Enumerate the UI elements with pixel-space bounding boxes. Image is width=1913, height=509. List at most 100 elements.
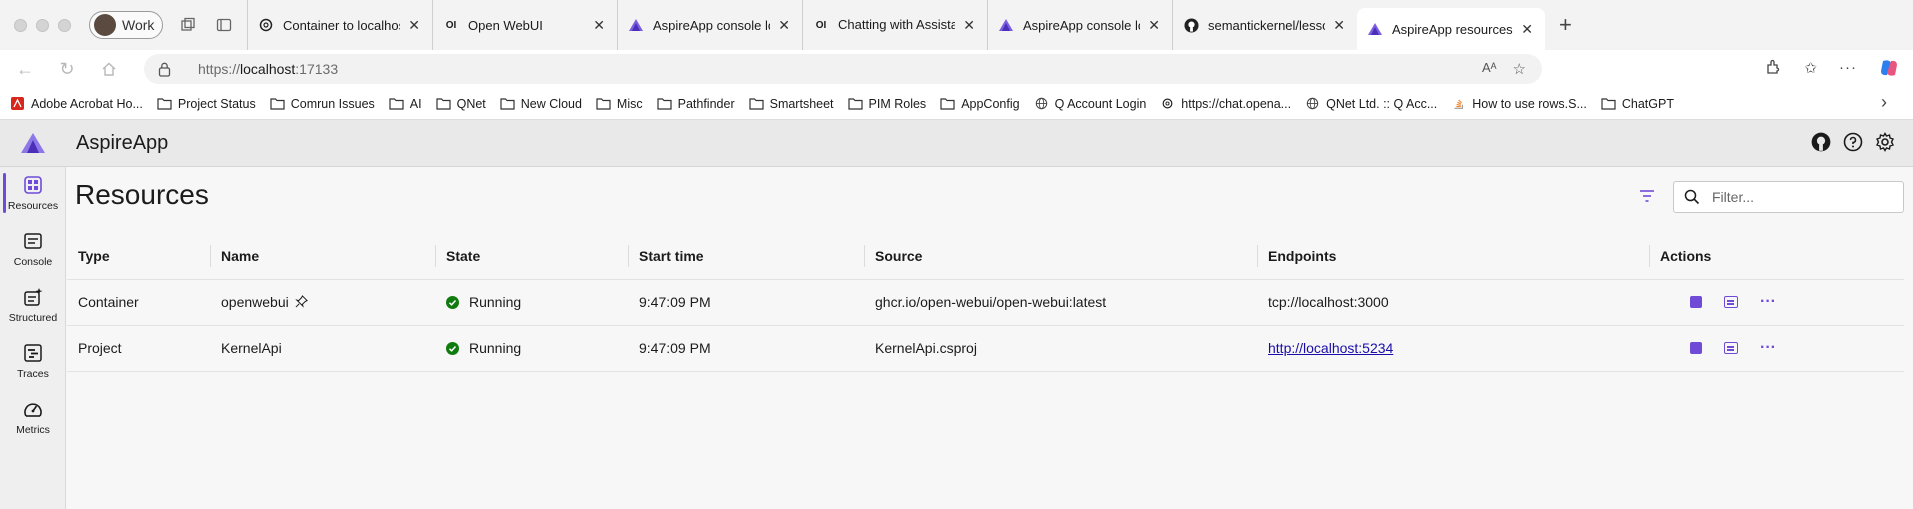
bookmark-label: QNet Ltd. :: Q Acc... bbox=[1326, 96, 1438, 111]
running-check-icon bbox=[446, 295, 459, 309]
nav-item-console[interactable]: Console bbox=[0, 223, 66, 275]
browser-tab[interactable]: semantickernel/lesson06 at m ✕ bbox=[1172, 0, 1357, 50]
bookmark-item[interactable]: New Cloud bbox=[500, 97, 582, 111]
close-tab-icon[interactable]: ✕ bbox=[1521, 21, 1533, 38]
console-logs-icon[interactable] bbox=[1724, 296, 1738, 308]
bookmark-item[interactable]: Pathfinder bbox=[657, 97, 735, 111]
close-window-button[interactable] bbox=[14, 18, 27, 32]
github-icon[interactable] bbox=[1811, 132, 1831, 155]
address-bar[interactable]: https://localhost:17133 Aᴬ ☆ bbox=[144, 54, 1542, 84]
app-title[interactable]: AspireApp bbox=[76, 132, 168, 155]
bookmark-item[interactable]: https://chat.opena... bbox=[1160, 97, 1291, 111]
more-bookmarks-chevron-icon[interactable]: › bbox=[1881, 92, 1887, 113]
bookmark-item[interactable]: PIM Roles bbox=[847, 97, 926, 111]
column-header-name[interactable]: Name bbox=[210, 233, 435, 280]
copilot-icon[interactable] bbox=[1879, 59, 1899, 80]
endpoint-link[interactable]: http://localhost:5234 bbox=[1268, 340, 1393, 356]
new-tab-button[interactable]: + bbox=[1559, 12, 1572, 38]
bookmark-item[interactable]: Adobe Acrobat Ho... bbox=[10, 97, 143, 111]
favorite-star-icon[interactable]: ☆ bbox=[1513, 60, 1526, 78]
bookmark-item[interactable]: Misc bbox=[596, 97, 643, 111]
cell-endpoint: tcp://localhost:3000 bbox=[1257, 279, 1649, 326]
console-logs-icon[interactable] bbox=[1724, 342, 1738, 354]
cell-source: ghcr.io/open-webui/open-webui:latest bbox=[864, 279, 1257, 326]
nav-label: Structured bbox=[8, 311, 58, 324]
browser-tab[interactable]: OI Chatting with Assistant 🤖 | C ✕ bbox=[802, 0, 987, 50]
url-text[interactable]: https://localhost:17133 bbox=[198, 61, 338, 77]
folder-icon bbox=[749, 98, 764, 110]
bookmark-label: Comrun Issues bbox=[290, 96, 375, 111]
read-aloud-icon[interactable]: Aᴬ bbox=[1482, 60, 1497, 78]
close-tab-icon[interactable]: ✕ bbox=[1148, 17, 1160, 34]
bookmark-item[interactable]: How to use rows.S... bbox=[1451, 97, 1587, 111]
resources-page: Resources Type Name State Start time Sou… bbox=[67, 167, 1913, 509]
more-actions-icon[interactable]: ··· bbox=[1760, 340, 1776, 356]
bookmark-label: Adobe Acrobat Ho... bbox=[31, 96, 143, 111]
page-title: Resources bbox=[75, 179, 209, 210]
bookmark-item[interactable]: Comrun Issues bbox=[270, 97, 375, 111]
lock-icon[interactable] bbox=[158, 61, 174, 77]
nav-item-resources[interactable]: Resources bbox=[0, 167, 66, 219]
nav-item-metrics[interactable]: Metrics bbox=[0, 391, 66, 443]
refresh-icon[interactable]: ↻ bbox=[56, 58, 78, 80]
help-icon[interactable] bbox=[1843, 132, 1863, 155]
bookmark-item[interactable]: Project Status bbox=[157, 97, 256, 111]
browser-tab[interactable]: Container to localhost connec ✕ bbox=[247, 0, 432, 50]
bookmark-label: How to use rows.S... bbox=[1472, 96, 1587, 111]
tab-title: AspireApp console logs bbox=[1023, 17, 1140, 33]
settings-gear-icon[interactable] bbox=[1875, 132, 1895, 155]
close-tab-icon[interactable]: ✕ bbox=[778, 17, 790, 34]
nav-item-traces[interactable]: Traces bbox=[0, 335, 66, 387]
stop-icon[interactable] bbox=[1690, 296, 1702, 308]
more-options-icon[interactable]: ··· bbox=[1839, 59, 1857, 80]
maximize-window-button[interactable] bbox=[58, 18, 71, 32]
tab-title: Chatting with Assistant 🤖 | C bbox=[838, 17, 956, 32]
bookmark-item[interactable]: AppConfig bbox=[940, 97, 1020, 111]
tab-actions-icon[interactable] bbox=[213, 14, 235, 36]
close-tab-icon[interactable]: ✕ bbox=[1333, 17, 1345, 34]
openai-icon bbox=[258, 17, 274, 33]
filter-input[interactable] bbox=[1712, 189, 1892, 205]
column-header-type[interactable]: Type bbox=[67, 233, 210, 280]
profile-button[interactable]: Work bbox=[89, 11, 163, 39]
column-header-state[interactable]: State bbox=[435, 233, 628, 280]
folder-icon bbox=[657, 98, 672, 110]
globe-icon bbox=[1035, 97, 1047, 110]
more-actions-icon[interactable]: ··· bbox=[1760, 294, 1776, 310]
browser-tab-active[interactable]: AspireApp resources ✕ bbox=[1357, 8, 1545, 50]
bookmark-item[interactable]: QNet Ltd. :: Q Acc... bbox=[1305, 97, 1437, 111]
aspire-logo-icon[interactable] bbox=[20, 132, 46, 154]
minimize-window-button[interactable] bbox=[36, 18, 49, 32]
extensions-icon[interactable] bbox=[1765, 59, 1782, 80]
bookmark-item[interactable]: QNet bbox=[435, 97, 486, 111]
browser-tab[interactable]: AspireApp console logs ✕ bbox=[987, 0, 1172, 50]
pin-icon[interactable] bbox=[294, 295, 308, 308]
cell-start-time: 9:47:09 PM bbox=[628, 279, 864, 326]
workspaces-icon[interactable] bbox=[177, 14, 199, 36]
column-header-endpoints[interactable]: Endpoints bbox=[1257, 233, 1649, 280]
filter-icon[interactable] bbox=[1638, 187, 1656, 205]
bookmark-item[interactable]: ChatGPT bbox=[1601, 97, 1674, 111]
back-arrow-icon[interactable]: ← bbox=[14, 58, 36, 80]
stackoverflow-icon bbox=[1454, 99, 1464, 109]
close-tab-icon[interactable]: ✕ bbox=[963, 17, 975, 34]
bookmark-item[interactable]: AI bbox=[389, 97, 422, 111]
nav-item-structured[interactable]: Structured bbox=[0, 279, 66, 331]
nav-label: Metrics bbox=[16, 423, 50, 436]
close-tab-icon[interactable]: ✕ bbox=[408, 17, 420, 34]
cell-name: openwebui bbox=[210, 279, 435, 326]
filter-field[interactable] bbox=[1673, 181, 1904, 213]
favorites-icon[interactable]: ✩ bbox=[1804, 59, 1817, 80]
bookmark-item[interactable]: Q Account Login bbox=[1034, 97, 1146, 111]
bookmark-item[interactable]: Smartsheet bbox=[749, 97, 834, 111]
column-header-source[interactable]: Source bbox=[864, 233, 1257, 280]
browser-tab[interactable]: AspireApp console logs ✕ bbox=[617, 0, 802, 50]
browser-tab[interactable]: OI Open WebUI ✕ bbox=[432, 0, 617, 50]
close-tab-icon[interactable]: ✕ bbox=[593, 17, 605, 34]
column-header-start-time[interactable]: Start time bbox=[628, 233, 864, 280]
folder-icon bbox=[500, 98, 515, 110]
cell-endpoint: http://localhost:5234 bbox=[1257, 325, 1649, 372]
stop-icon[interactable] bbox=[1690, 342, 1702, 354]
home-icon[interactable] bbox=[98, 58, 120, 80]
aspire-icon bbox=[1367, 21, 1383, 37]
